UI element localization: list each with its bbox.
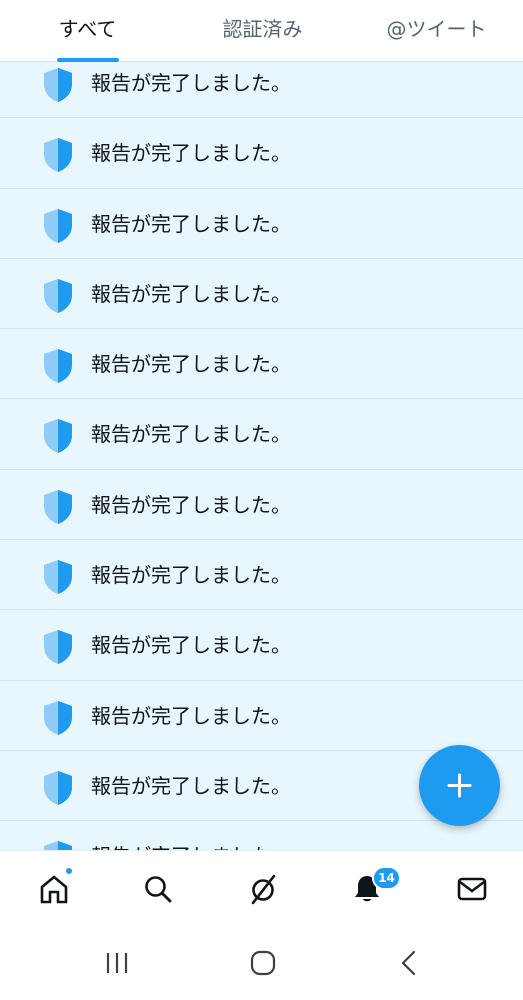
mail-icon	[457, 877, 487, 901]
shield-icon	[42, 67, 74, 103]
tab-all[interactable]: すべて	[0, 0, 175, 62]
notification-text: 報告が完了しました。	[91, 281, 291, 306]
nav-spaces[interactable]	[232, 851, 292, 926]
notification-text: 報告が完了しました。	[91, 211, 291, 236]
notification-text: 報告が完了しました。	[91, 492, 291, 517]
home-unread-dot	[64, 866, 74, 876]
notification-item[interactable]: 報告が完了しました。	[0, 681, 523, 751]
spaces-icon	[251, 874, 276, 905]
shield-icon	[42, 208, 74, 244]
notification-count-badge: 14	[372, 866, 401, 890]
notification-item[interactable]: 報告が完了しました。	[0, 470, 523, 541]
notification-feed[interactable]: 報告が完了しました。 報告が完了しました。 報告が完了しました。 報告が完了しました。…	[0, 62, 523, 850]
shield-icon	[42, 559, 74, 595]
tab-verified[interactable]: 認証済み	[175, 0, 350, 62]
notification-item[interactable]: 報告が完了しました。	[0, 189, 523, 259]
notification-item[interactable]: 報告が完了しました。	[0, 259, 523, 330]
home-icon	[40, 875, 68, 904]
nav-home[interactable]	[23, 851, 83, 926]
notification-item[interactable]: 報告が完了しました。	[0, 821, 523, 850]
notification-item[interactable]: 報告が完了しました。	[0, 118, 523, 189]
tab-mentions-label: @ツイート	[386, 17, 487, 41]
notification-list: 報告が完了しました。 報告が完了しました。 報告が完了しました。 報告が完了しました。…	[0, 62, 523, 850]
shield-icon	[42, 840, 74, 850]
shield-icon	[42, 278, 74, 314]
recent-apps-icon	[106, 953, 128, 973]
nav-search[interactable]	[127, 851, 187, 926]
notification-text: 報告が完了しました。	[91, 563, 291, 588]
shield-icon	[42, 770, 74, 806]
tab-verified-label: 認証済み	[222, 17, 303, 41]
home-circle-icon	[250, 950, 276, 976]
notification-text: 報告が完了しました。	[91, 422, 291, 447]
shield-icon	[42, 137, 74, 173]
shield-icon	[42, 418, 74, 454]
notification-text: 報告が完了しました。	[91, 703, 291, 728]
back-icon	[401, 950, 416, 976]
tab-all-label: すべて	[58, 17, 117, 41]
notification-item[interactable]: 報告が完了しました。	[0, 399, 523, 470]
shield-icon	[42, 700, 74, 736]
notification-text: 報告が完了しました。	[91, 71, 291, 95]
shield-icon	[42, 489, 74, 525]
notification-item[interactable]: 報告が完了しました。	[0, 62, 523, 119]
shield-icon	[42, 348, 74, 384]
shield-icon	[42, 629, 74, 665]
tab-bar: すべて 認証済み @ツイート	[0, 0, 523, 62]
notification-text: 報告が完了しました。	[91, 141, 291, 166]
notification-item[interactable]: 報告が完了しました。	[0, 610, 523, 681]
system-navigation-bar	[0, 925, 523, 1000]
notification-text: 報告が完了しました。	[91, 821, 291, 850]
search-icon	[145, 876, 172, 903]
recent-apps-button[interactable]	[87, 925, 147, 1000]
notification-item[interactable]: 報告が完了しました。	[0, 329, 523, 400]
plus-icon	[447, 773, 472, 798]
nav-notifications[interactable]: 14	[336, 851, 401, 926]
notification-item[interactable]: 報告が完了しました。	[0, 540, 523, 611]
active-tab-indicator	[56, 58, 119, 62]
tab-mentions[interactable]: @ツイート	[350, 0, 523, 62]
system-back-button[interactable]	[379, 925, 439, 1000]
notification-text: 報告が完了しました。	[91, 352, 291, 377]
system-home-button[interactable]	[233, 925, 293, 1000]
bottom-navigation: 14	[0, 850, 523, 925]
compose-button[interactable]	[419, 745, 500, 826]
nav-messages[interactable]	[441, 851, 501, 926]
notification-text: 報告が完了しました。	[91, 773, 291, 798]
notification-text: 報告が完了しました。	[91, 633, 291, 658]
